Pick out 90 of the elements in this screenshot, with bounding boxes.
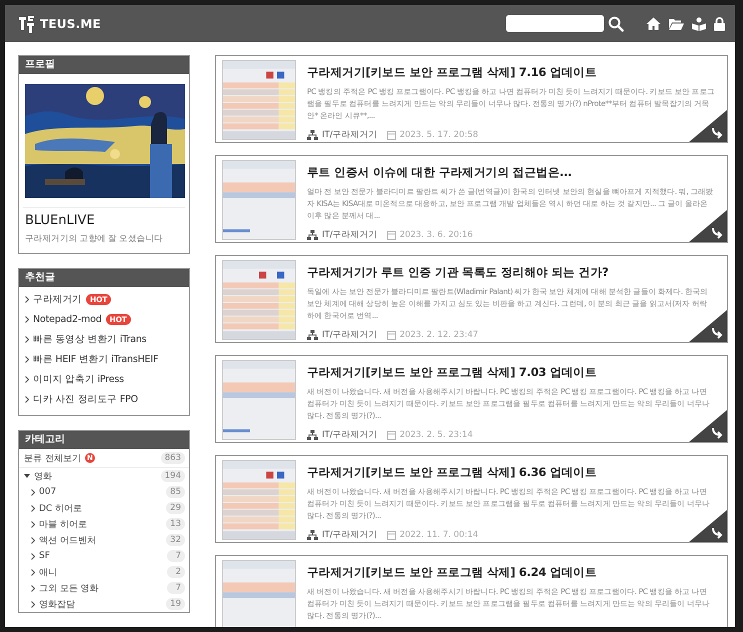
profile-tagline: 구라제거기의 고향에 잘 오셨습니다	[24, 233, 164, 246]
post-category[interactable]: IT/구라제거기	[322, 429, 378, 441]
category-link[interactable]: 액션 어드벤처	[39, 534, 96, 546]
recommended-link[interactable]: 구라제거기	[33, 293, 82, 306]
category-link[interactable]: DC 히어로	[39, 502, 82, 514]
post-date: 2023. 5. 17. 20:58	[400, 130, 478, 140]
sitemap-icon	[307, 330, 318, 340]
share-corner-icon[interactable]	[689, 210, 727, 242]
post-card[interactable]	[215, 55, 728, 143]
chevron-icon	[25, 396, 29, 403]
post-date: 2023. 2. 5. 23:14	[400, 430, 473, 440]
recommended-link[interactable]: 디카 사진 정리도구 FPO	[33, 393, 138, 406]
chevron-icon	[31, 504, 35, 512]
post-title[interactable]: 루트 인증서 이슈에 대한 구라제거기의 접근법은...	[307, 165, 715, 180]
chevron-icon	[31, 520, 35, 528]
profile-name: BLUEnLIVE	[24, 212, 96, 228]
post-category[interactable]: IT/구라제거기	[322, 229, 378, 241]
lock-icon[interactable]	[714, 16, 725, 30]
post-title[interactable]: 구라제거기[키보드 보안 프로그램 삭제] 7.03 업데이트	[307, 365, 715, 380]
panel-title: 카테고리	[19, 431, 189, 449]
sitemap-icon	[307, 530, 318, 540]
category-link[interactable]: SF	[39, 551, 50, 561]
category-link[interactable]: 영화	[34, 470, 52, 482]
chevron-icon	[31, 568, 35, 576]
recommended-link[interactable]: 빠른 HEIF 변환기 iTransHEIF	[33, 353, 158, 366]
post-count: 7	[167, 582, 185, 594]
site-name[interactable]: TEUS.ME	[40, 16, 101, 30]
share-corner-icon[interactable]	[689, 410, 727, 442]
post-count: 863	[160, 452, 185, 464]
post-count: 29	[166, 502, 185, 514]
post-date: 2023. 3. 6. 20:16	[400, 230, 473, 240]
expanded-icon[interactable]	[24, 473, 30, 479]
category-link[interactable]: 애니	[39, 566, 57, 578]
post-count: 13	[166, 518, 185, 530]
calendar-icon	[386, 130, 396, 140]
chevron-icon	[25, 336, 29, 343]
calendar-icon	[386, 230, 396, 240]
post-date: 2023. 2. 12. 23:47	[400, 330, 478, 340]
post-category[interactable]: IT/구라제거기	[322, 329, 378, 341]
sitemap-icon	[307, 130, 318, 140]
reader-icon[interactable]	[692, 16, 706, 30]
recommended-link[interactable]: 이미지 압축기 iPress	[33, 373, 124, 386]
post-count: 19	[166, 598, 185, 610]
chevron-icon	[31, 552, 35, 560]
folder-icon[interactable]	[669, 18, 684, 30]
share-corner-icon[interactable]	[689, 510, 727, 542]
sitemap-icon	[307, 230, 318, 240]
chevron-icon	[25, 316, 29, 323]
category-link[interactable]: 그외 모든 영화	[39, 582, 99, 594]
post-card[interactable]	[215, 355, 728, 443]
panel-title: 추천글	[19, 269, 189, 287]
chevron-icon	[31, 600, 35, 608]
calendar-icon	[386, 530, 396, 540]
category-link[interactable]: 분류 전체보기	[24, 452, 81, 464]
share-corner-icon[interactable]	[689, 310, 727, 342]
post-date: 2022. 11. 7. 00:14	[400, 530, 478, 540]
post-card[interactable]	[215, 155, 728, 243]
panel-title: 프로필	[19, 56, 189, 74]
chevron-icon	[25, 356, 29, 363]
post-card[interactable]	[215, 255, 728, 343]
post-category[interactable]: IT/구라제거기	[322, 129, 378, 141]
post-count: 32	[166, 534, 185, 546]
search-field[interactable]	[506, 15, 604, 32]
search-icon[interactable]	[608, 16, 624, 32]
home-icon[interactable]	[646, 17, 661, 30]
chevron-icon	[25, 296, 29, 303]
category-link[interactable]: 영화잡담	[39, 598, 75, 610]
post-title[interactable]: 구라제거기[키보드 보안 프로그램 삭제] 7.16 업데이트	[307, 65, 715, 80]
post-count: 2	[167, 566, 185, 578]
chevron-icon	[31, 584, 35, 592]
chevron-icon	[31, 488, 35, 496]
post-card[interactable]	[215, 455, 728, 543]
category-link[interactable]: 마블 히어로	[39, 518, 87, 530]
recommended-link[interactable]: 빠른 동영상 변환기 iTrans	[33, 333, 146, 346]
post-category[interactable]: IT/구라제거기	[322, 529, 378, 541]
recommended-link[interactable]: Notepad2-mod	[33, 314, 102, 325]
sitemap-icon	[307, 430, 318, 440]
chevron-icon	[31, 536, 35, 544]
calendar-icon	[386, 330, 396, 340]
post-count: 85	[166, 486, 185, 498]
post-title[interactable]: 구라제거기가 루트 인증 기관 목록도 정리해야 되는 건가?	[307, 265, 715, 280]
post-title[interactable]: 구라제거기[키보드 보안 프로그램 삭제] 6.24 업데이트	[307, 565, 715, 580]
post-title[interactable]: 구라제거기[키보드 보안 프로그램 삭제] 6.36 업데이트	[307, 465, 715, 480]
share-corner-icon[interactable]	[689, 110, 727, 142]
post-count: 194	[160, 470, 185, 482]
post-count: 7	[167, 550, 185, 562]
logo-icon[interactable]	[17, 14, 37, 34]
chevron-icon	[25, 376, 29, 383]
calendar-icon	[386, 430, 396, 440]
category-link[interactable]: 007	[39, 487, 56, 497]
